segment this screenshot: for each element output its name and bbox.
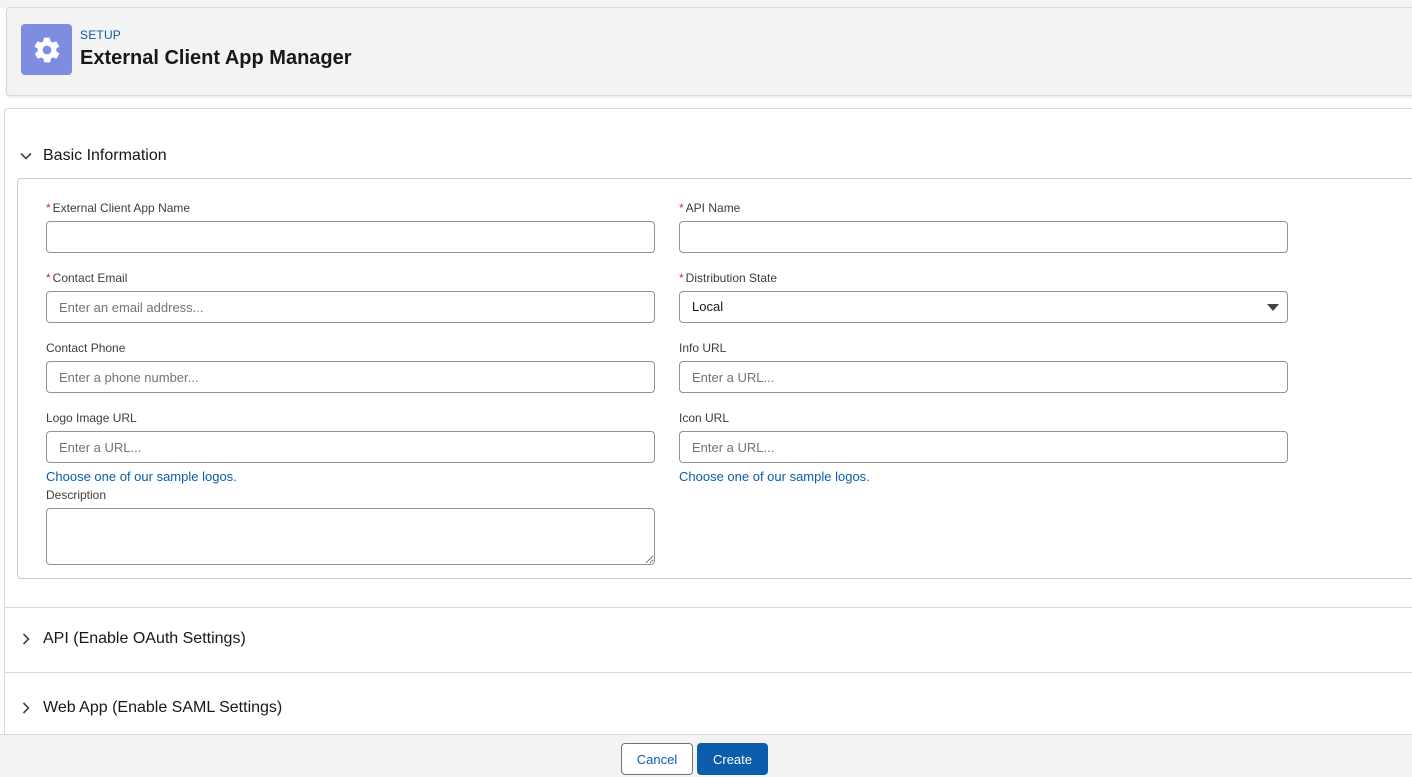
api-name-label: API Name	[685, 201, 741, 215]
cancel-button[interactable]: Cancel	[621, 743, 693, 775]
chevron-down-icon	[19, 149, 33, 163]
description-field: Description	[46, 488, 655, 565]
sample-icons-link[interactable]: Choose one of our sample logos.	[679, 469, 1288, 484]
page-title: External Client App Manager	[80, 47, 352, 69]
api-name-field: * API Name	[679, 201, 1288, 253]
description-textarea[interactable]	[46, 508, 655, 565]
logo-url-input[interactable]	[46, 431, 655, 463]
distribution-state-value[interactable]: Local	[679, 291, 1288, 323]
required-marker: *	[46, 271, 51, 285]
distribution-state-select[interactable]: Local	[679, 291, 1288, 323]
distribution-state-field: * Distribution State Local	[679, 271, 1288, 323]
contact-email-input[interactable]	[46, 291, 655, 323]
section-title-web-app: Web App (Enable SAML Settings)	[43, 699, 283, 716]
section-title-basic-information: Basic Information	[43, 147, 167, 164]
required-marker: *	[46, 201, 51, 215]
docked-footer: Cancel Create	[0, 734, 1412, 777]
sample-logos-link[interactable]: Choose one of our sample logos.	[46, 469, 655, 484]
contact-phone-input[interactable]	[46, 361, 655, 393]
logo-url-label: Logo Image URL	[46, 411, 137, 425]
distribution-state-label: Distribution State	[685, 271, 778, 285]
section-divider	[5, 672, 1412, 673]
logo-url-field: Logo Image URL Choose one of our sample …	[46, 411, 655, 484]
contact-email-field: * Contact Email	[46, 271, 655, 323]
info-url-field: Info URL	[679, 341, 1288, 393]
page-header: SETUP External Client App Manager	[6, 7, 1412, 96]
section-toggle-api[interactable]: API (Enable OAuth Settings)	[19, 630, 246, 648]
section-toggle-web-app[interactable]: Web App (Enable SAML Settings)	[19, 699, 282, 717]
breadcrumb-setup: SETUP	[80, 28, 122, 42]
app-name-input[interactable]	[46, 221, 655, 253]
info-url-input[interactable]	[679, 361, 1288, 393]
app-name-field: * External Client App Name	[46, 201, 655, 253]
form-panel: Basic Information * External Client App N…	[4, 108, 1412, 748]
api-name-input[interactable]	[679, 221, 1288, 253]
gear-icon	[21, 24, 72, 75]
description-label: Description	[46, 488, 107, 502]
section-divider	[5, 607, 1412, 608]
basic-information-box: * External Client App Name * API Name * Con…	[17, 178, 1412, 579]
app-name-label: External Client App Name	[52, 201, 191, 215]
required-marker: *	[679, 201, 684, 215]
icon-url-field: Icon URL Choose one of our sample logos.	[679, 411, 1288, 484]
chevron-right-icon	[19, 632, 33, 646]
contact-phone-field: Contact Phone	[46, 341, 655, 393]
section-toggle-basic-information[interactable]: Basic Information	[19, 147, 167, 165]
create-button[interactable]: Create	[697, 743, 768, 775]
chevron-right-icon	[19, 701, 33, 715]
required-marker: *	[679, 271, 684, 285]
caret-down-icon	[1267, 304, 1279, 311]
section-title-api: API (Enable OAuth Settings)	[43, 630, 246, 647]
icon-url-label: Icon URL	[679, 411, 730, 425]
icon-url-input[interactable]	[679, 431, 1288, 463]
info-url-label: Info URL	[679, 341, 727, 355]
contact-email-label: Contact Email	[52, 271, 128, 285]
contact-phone-label: Contact Phone	[46, 341, 126, 355]
